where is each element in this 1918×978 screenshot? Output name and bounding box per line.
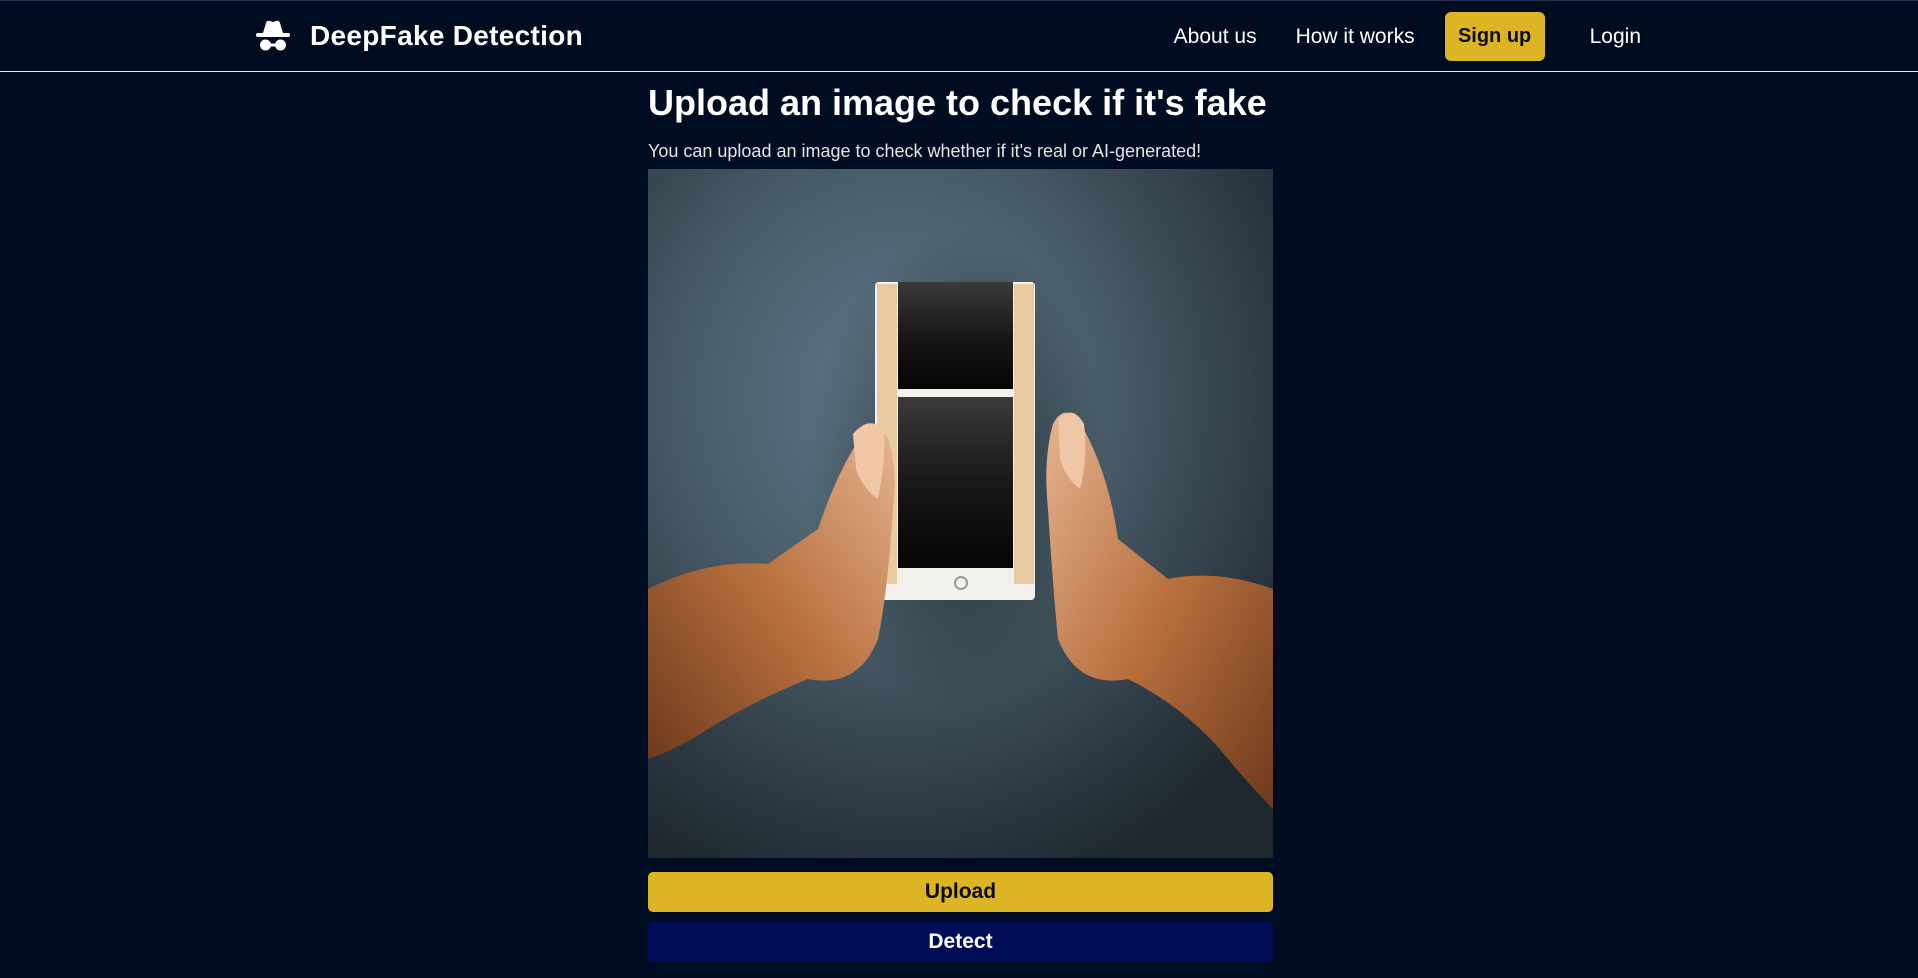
uploaded-image-preview: [648, 169, 1273, 858]
nav-about-link[interactable]: About us: [1174, 25, 1257, 49]
upload-button[interactable]: Upload: [648, 872, 1273, 912]
nav-links: About us How it works Sign up Login: [1174, 12, 1641, 61]
page-title: Upload an image to check if it's fake: [648, 82, 1267, 123]
preview-image-graphic: [648, 169, 1273, 858]
incognito-spy-icon: [256, 20, 290, 51]
brand-title: DeepFake Detection: [310, 20, 584, 51]
page-subtitle: You can upload an image to check whether…: [648, 141, 1202, 161]
nav-how-it-works-link[interactable]: How it works: [1296, 25, 1415, 49]
detect-button[interactable]: Detect: [648, 922, 1273, 962]
brand[interactable]: DeepFake Detection: [254, 19, 583, 53]
signup-button[interactable]: Sign up: [1444, 12, 1545, 61]
login-link[interactable]: Login: [1590, 25, 1641, 49]
navbar: DeepFake Detection About us How it works…: [0, 0, 1918, 72]
